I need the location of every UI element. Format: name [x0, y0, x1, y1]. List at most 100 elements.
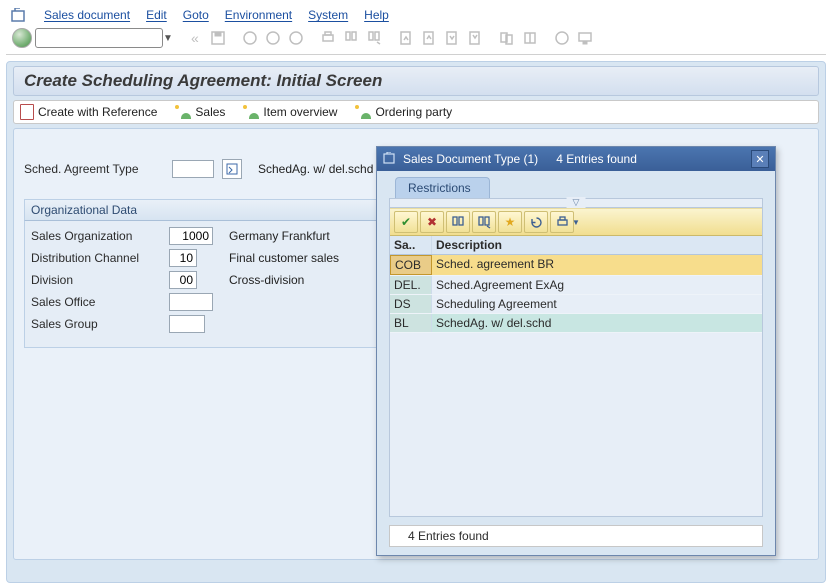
find-next-icon[interactable] [364, 29, 384, 47]
dist-channel-desc: Final customer sales [229, 251, 339, 265]
find-icon-popup[interactable] [446, 211, 470, 233]
sales-icon [175, 105, 191, 119]
menubar: Sales document Edit Goto Environment Sys… [6, 6, 826, 26]
shortcut-icon[interactable] [520, 29, 540, 47]
sales-office-input[interactable] [169, 293, 213, 311]
item-overview-icon [243, 105, 259, 119]
table-row[interactable]: BL SchedAg. w/ del.schd [390, 314, 762, 333]
popup-entries-count: 4 Entries found [556, 152, 637, 166]
find-icon[interactable] [341, 29, 361, 47]
personal-list-icon[interactable]: ★ [498, 211, 522, 233]
cell-type: DS [390, 295, 432, 313]
command-dropdown-icon[interactable]: ▼ [163, 33, 173, 44]
sales-office-label: Sales Office [31, 295, 161, 309]
sales-button[interactable]: Sales [175, 105, 225, 119]
ordering-party-icon [355, 105, 371, 119]
ordering-party-button[interactable]: Ordering party [355, 105, 452, 119]
table-row[interactable]: DEL. Sched.Agreement ExAg [390, 276, 762, 295]
print-icon-popup[interactable] [550, 211, 574, 233]
print-icon[interactable] [318, 29, 338, 47]
refresh-icon[interactable] [524, 211, 548, 233]
next-page-icon[interactable] [442, 29, 462, 47]
find-next-icon-popup[interactable] [472, 211, 496, 233]
popup-close-button[interactable]: ✕ [751, 150, 769, 168]
sales-org-input[interactable] [169, 227, 213, 245]
item-overview-button[interactable]: Item overview [243, 105, 337, 119]
division-desc: Cross-division [229, 273, 304, 287]
org-data-group: Organizational Data Sales Organization G… [24, 199, 384, 348]
left-icon[interactable]: « [185, 29, 205, 47]
exit-icon[interactable] [263, 29, 283, 47]
enter-icon[interactable] [12, 28, 32, 48]
save-icon[interactable] [208, 29, 228, 47]
sales-group-row: Sales Group [31, 315, 377, 333]
standard-toolbar: ▼ « [6, 26, 826, 55]
cell-desc: SchedAg. w/ del.schd [432, 314, 762, 332]
dist-channel-label: Distribution Channel [31, 251, 161, 265]
cell-desc: Scheduling Agreement [432, 295, 762, 313]
menu-environment[interactable]: Environment [225, 8, 292, 22]
command-field[interactable] [35, 28, 163, 48]
help-icon[interactable] [552, 29, 572, 47]
cell-desc: Sched. agreement BR [432, 255, 762, 275]
popup-tabstrip: Restrictions [377, 171, 775, 198]
sched-type-label: Sched. Agreemt Type [24, 162, 164, 176]
sales-org-label: Sales Organization [31, 229, 161, 243]
dist-channel-row: Distribution Channel Final customer sale… [31, 249, 377, 267]
back-icon[interactable] [240, 29, 260, 47]
menu-edit[interactable]: Edit [146, 8, 167, 22]
menu-help[interactable]: Help [364, 8, 389, 22]
division-row: Division Cross-division [31, 271, 377, 289]
sales-group-label: Sales Group [31, 317, 161, 331]
cell-type: DEL. [390, 276, 432, 294]
sales-label: Sales [195, 105, 225, 119]
menu-goto[interactable]: Goto [183, 8, 209, 22]
header-col-desc[interactable]: Description [432, 236, 762, 254]
dist-channel-input[interactable] [169, 249, 197, 267]
menu-system[interactable]: System [308, 8, 348, 22]
create-ref-label: Create with Reference [38, 105, 157, 119]
division-label: Division [31, 273, 161, 287]
popup-title-icon [383, 152, 397, 167]
restrictions-collapse-icon[interactable] [390, 199, 762, 208]
create-with-reference-button[interactable]: Create with Reference [20, 104, 157, 120]
accept-icon[interactable]: ✔ [394, 211, 418, 233]
cell-type: BL [390, 314, 432, 332]
title-bar: Create Scheduling Agreement: Initial Scr… [13, 66, 819, 96]
table-header: Sa.. Description [390, 236, 762, 255]
sales-group-input[interactable] [169, 315, 205, 333]
popup-body: ✔ ✖ ★ ▼ Sa.. Desc [389, 198, 763, 517]
order-party-label: Ordering party [375, 105, 452, 119]
popup-titlebar[interactable]: Sales Document Type (1) 4 Entries found … [377, 147, 775, 171]
sales-org-row: Sales Organization Germany Frankfurt [31, 227, 377, 245]
print-dd-icon[interactable]: ▼ [572, 218, 580, 227]
cell-desc: Sched.Agreement ExAg [432, 276, 762, 294]
sales-office-row: Sales Office [31, 293, 377, 311]
tab-restrictions[interactable]: Restrictions [395, 177, 490, 198]
sched-type-desc: SchedAg. w/ del.schd [258, 162, 373, 176]
reject-icon[interactable]: ✖ [420, 211, 444, 233]
sched-type-input[interactable] [172, 160, 214, 178]
popup-title: Sales Document Type (1) [403, 152, 538, 166]
org-data-header: Organizational Data [24, 199, 384, 221]
sales-org-desc: Germany Frankfurt [229, 229, 330, 243]
header-col-type[interactable]: Sa.. [390, 236, 432, 254]
table-row[interactable]: COB Sched. agreement BR [390, 255, 762, 276]
cell-type: COB [390, 255, 432, 275]
f4-popup: Sales Document Type (1) 4 Entries found … [376, 146, 776, 556]
result-table: Sa.. Description COB Sched. agreement BR… [390, 236, 762, 333]
sap-logo-icon [10, 8, 28, 22]
prev-page-icon[interactable] [419, 29, 439, 47]
document-icon [20, 104, 34, 120]
popup-toolbar: ✔ ✖ ★ ▼ [390, 208, 762, 236]
layout-icon[interactable] [575, 29, 595, 47]
last-page-icon[interactable] [465, 29, 485, 47]
f4-help-icon[interactable] [222, 159, 242, 179]
division-input[interactable] [169, 271, 197, 289]
table-row[interactable]: DS Scheduling Agreement [390, 295, 762, 314]
first-page-icon[interactable] [396, 29, 416, 47]
cancel-icon[interactable] [286, 29, 306, 47]
new-session-icon[interactable] [497, 29, 517, 47]
page-title: Create Scheduling Agreement: Initial Scr… [24, 71, 808, 91]
menu-sales-document[interactable]: Sales document [44, 8, 130, 22]
